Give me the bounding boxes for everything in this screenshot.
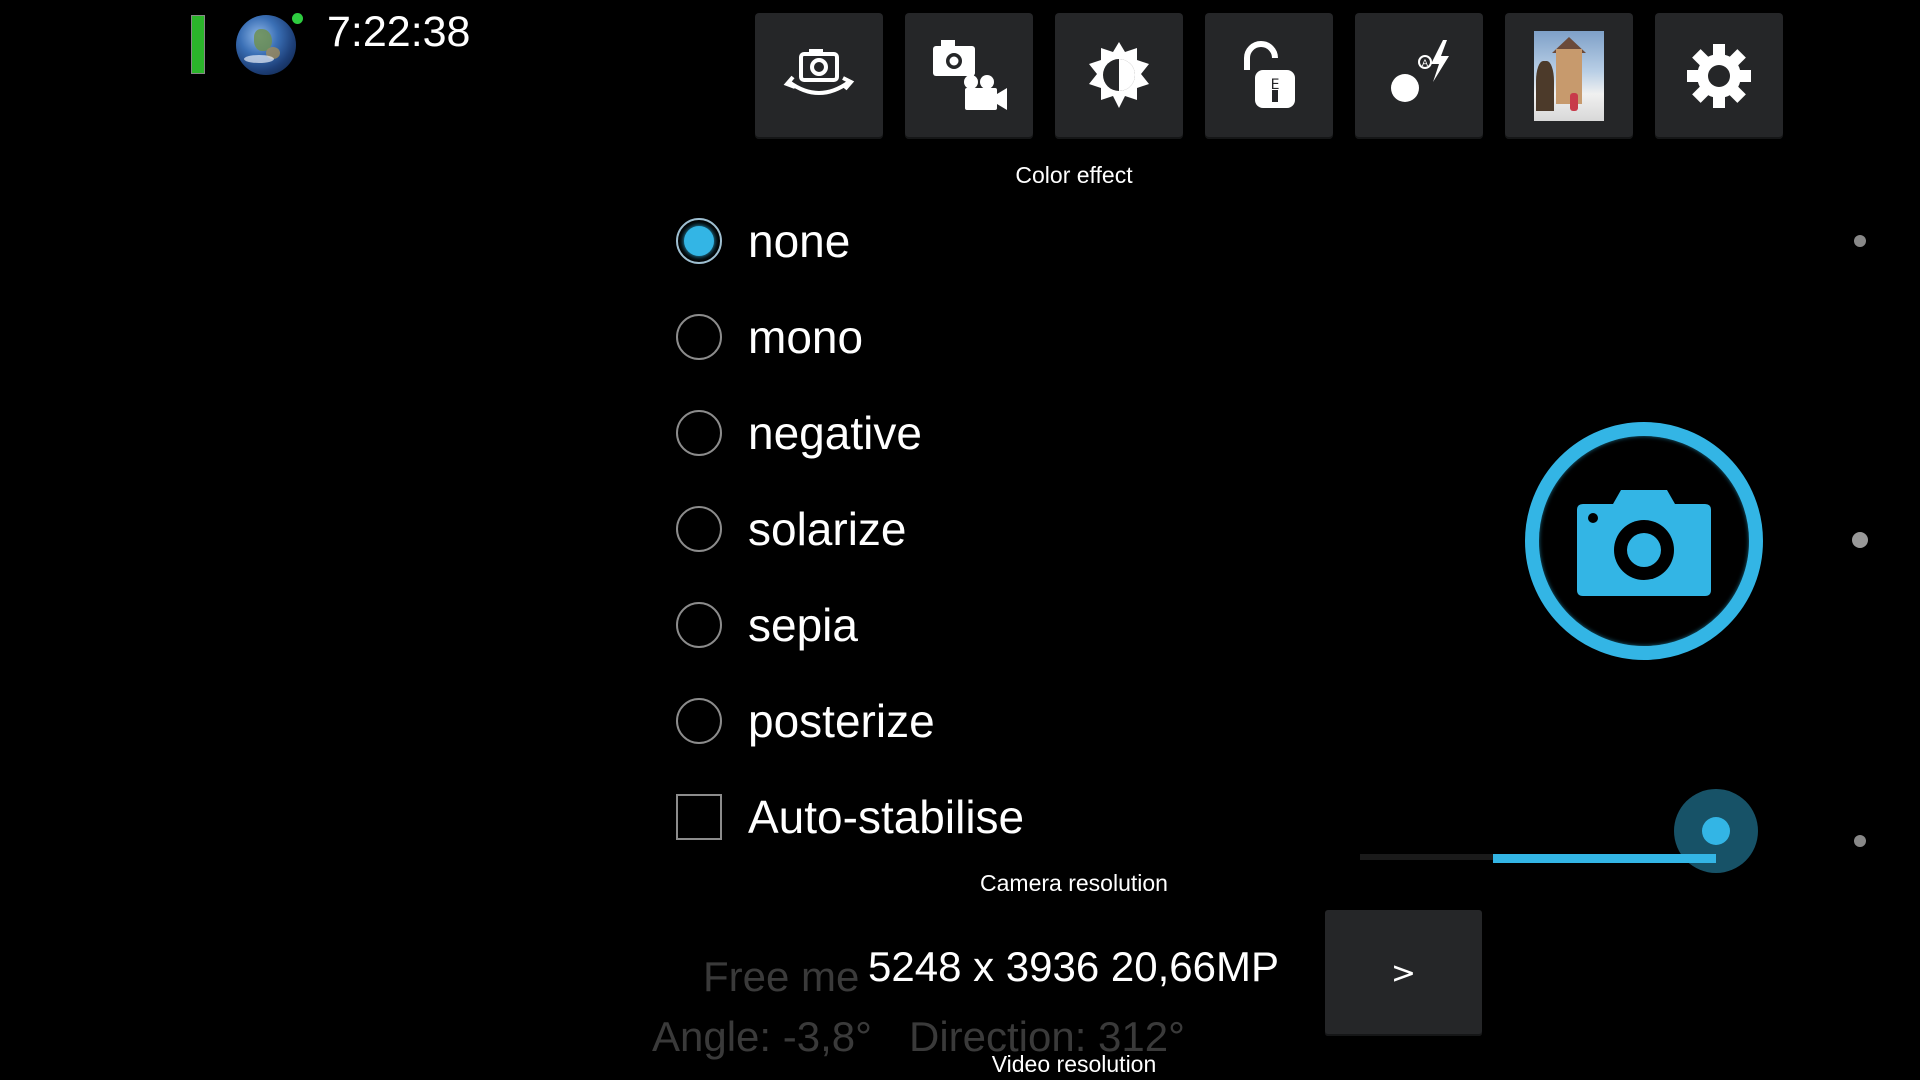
exposure-lock-icon: E [1244, 41, 1295, 108]
color-effect-title: Color effect [1015, 162, 1133, 188]
auto-stabilise-checkbox[interactable] [676, 794, 722, 840]
globe-icon [236, 15, 296, 75]
color-option-mono[interactable]: mono [676, 307, 863, 367]
settings-button[interactable] [1655, 13, 1783, 139]
color-option-negative[interactable]: negative [676, 403, 922, 463]
auto-stabilise-label: Auto-stabilise [748, 791, 1025, 843]
battery-indicator [191, 15, 205, 74]
gear-icon [1687, 44, 1751, 108]
gallery-button[interactable] [1505, 13, 1633, 139]
color-option-none[interactable]: none [676, 211, 850, 271]
exposure-lock-button[interactable]: E [1205, 13, 1333, 139]
clock-time: 7:22:38 [327, 8, 471, 56]
camera-icon [1577, 490, 1711, 596]
angle-text: Angle: -3,8° [652, 1013, 872, 1060]
option-label: none [748, 215, 851, 267]
camera-resolution-title: Camera resolution [980, 870, 1168, 896]
auto-stabilise-option[interactable]: Auto-stabilise [676, 787, 1024, 847]
radio-button[interactable] [676, 410, 722, 456]
radio-button[interactable] [676, 218, 722, 264]
shutter-button[interactable] [1525, 422, 1763, 660]
gallery-thumbnail [1534, 31, 1604, 121]
video-resolution-title: Video resolution [991, 1051, 1157, 1077]
color-option-solarize[interactable]: solarize [676, 499, 907, 559]
option-label: negative [748, 407, 922, 459]
flash-auto-button[interactable]: A [1355, 13, 1483, 139]
option-label: sepia [748, 599, 858, 651]
svg-text:A: A [1422, 59, 1429, 69]
scroll-indicator-dot [1852, 532, 1868, 548]
color-option-posterize[interactable]: posterize [676, 691, 935, 751]
switch-camera-button[interactable] [755, 13, 883, 139]
radio-button[interactable] [676, 698, 722, 744]
exposure-sun-icon [1089, 42, 1149, 108]
flash-auto-icon: A [1391, 40, 1449, 102]
option-label: posterize [748, 695, 935, 747]
next-resolution-button[interactable]: > [1325, 910, 1482, 1036]
radio-button[interactable] [676, 506, 722, 552]
photo-video-icon [933, 40, 1007, 110]
zoom-slider-thumb[interactable] [1674, 789, 1758, 873]
camera-rotate-icon [783, 49, 855, 95]
scroll-indicator-dot [1854, 235, 1866, 247]
radio-button[interactable] [676, 314, 722, 360]
scroll-indicator-dot [1854, 835, 1866, 847]
radio-button[interactable] [676, 602, 722, 648]
camera-resolution-value: 5248 x 3936 20,66MP [868, 943, 1279, 990]
exposure-button[interactable] [1055, 13, 1183, 139]
gps-status-dot [292, 13, 303, 24]
color-option-sepia[interactable]: sepia [676, 595, 858, 655]
option-label: mono [748, 311, 864, 363]
switch-video-button[interactable] [905, 13, 1033, 139]
free-memory-text: Free me [703, 953, 860, 1000]
option-label: solarize [748, 503, 907, 555]
